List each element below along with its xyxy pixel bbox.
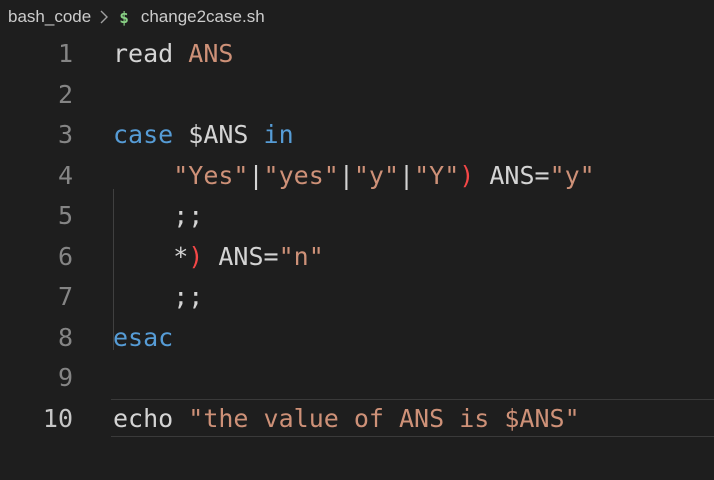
line-number: 4 <box>57 160 73 190</box>
chevron-right-icon <box>99 10 109 24</box>
code-area[interactable]: 1 read ANS 2 3 case $ANS in 4 "Yes"|"yes"|"y"… <box>0 34 714 439</box>
code-line[interactable]: 3 case $ANS in <box>0 115 714 156</box>
code-token: read <box>113 39 174 68</box>
code-token: "y" <box>353 160 400 190</box>
line-text: read ANS <box>113 34 233 75</box>
code-token: esac <box>113 322 174 352</box>
code-token: echo <box>113 403 174 433</box>
code-token: ANS <box>188 39 234 68</box>
code-token: ) <box>459 160 475 190</box>
line-number: 6 <box>57 241 73 271</box>
shell-file-icon: $ <box>119 7 129 27</box>
line-text: case $ANS in <box>113 115 294 156</box>
code-token: | <box>399 160 415 190</box>
code-line[interactable]: 1 read ANS <box>0 34 714 75</box>
code-line[interactable]: 5 ;; <box>0 196 714 237</box>
code-line[interactable]: 6 *) ANS="n" <box>0 237 714 278</box>
code-token: ) <box>188 241 204 271</box>
line-text: *) ANS="n" <box>113 237 324 278</box>
line-number: 10 <box>42 403 73 433</box>
line-text: esac <box>113 318 173 359</box>
breadcrumb-folder[interactable]: bash_code <box>8 7 91 27</box>
code-token: $ANS <box>173 120 264 149</box>
breadcrumb-file[interactable]: change2case.sh <box>141 7 265 27</box>
line-number: 1 <box>57 39 73 68</box>
code-token: case <box>113 120 174 149</box>
line-number: 2 <box>57 79 73 109</box>
code-token: | <box>338 160 354 190</box>
code-line[interactable]: 7 ;; <box>0 277 714 318</box>
code-token: "Yes" <box>173 160 249 190</box>
code-token: ANS= <box>474 160 550 190</box>
line-number: 9 <box>57 363 73 392</box>
code-editor[interactable]: bash_code $ change2case.sh 1 read ANS 2 3 ca… <box>0 0 714 480</box>
code-token: ;; <box>113 201 204 230</box>
code-token: "yes" <box>263 160 339 190</box>
code-token: "the value of ANS is $ANS" <box>188 403 580 433</box>
code-line[interactable]: 4 "Yes"|"yes"|"y"|"Y") ANS="y" <box>0 156 714 197</box>
code-token: * <box>113 241 189 271</box>
code-line[interactable]: 9 <box>0 358 714 399</box>
code-lines: 1 read ANS 2 3 case $ANS in 4 "Yes"|"yes"|"y"… <box>0 34 714 439</box>
line-text: ;; <box>113 277 203 318</box>
line-number: 3 <box>57 120 73 149</box>
line-number: 8 <box>57 322 73 352</box>
code-line[interactable]: 10 echo "the value of ANS is $ANS" <box>0 398 714 440</box>
code-line[interactable]: 8 esac <box>0 318 714 359</box>
line-number: 5 <box>57 201 73 230</box>
breadcrumb: bash_code $ change2case.sh <box>0 0 714 34</box>
code-token: "y" <box>549 160 595 190</box>
code-line[interactable]: 2 <box>0 75 714 116</box>
code-token: "Y" <box>414 160 460 190</box>
line-text: "Yes"|"yes"|"y"|"Y") ANS="y" <box>113 156 595 197</box>
line-text: ;; <box>113 196 203 237</box>
code-token: "n" <box>278 241 324 271</box>
code-token: in <box>263 120 294 149</box>
code-token: ANS= <box>203 241 279 271</box>
line-text: echo "the value of ANS is $ANS" <box>113 399 580 440</box>
line-number: 7 <box>57 282 73 311</box>
code-token: | <box>248 160 264 190</box>
code-token: ;; <box>113 282 204 311</box>
